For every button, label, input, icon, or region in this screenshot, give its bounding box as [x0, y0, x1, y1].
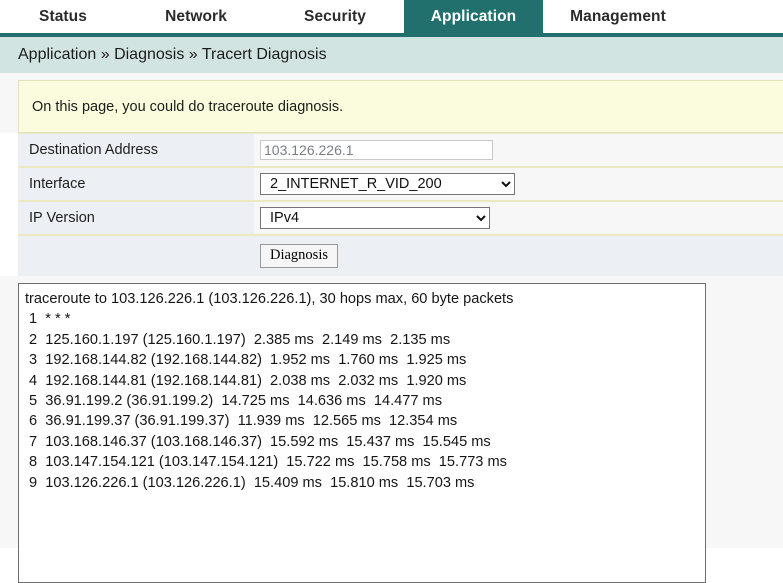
form-label-text: Interface: [29, 176, 85, 192]
traceroute-line: 3 192.168.144.82 (192.168.144.82) 1.952 …: [25, 350, 699, 370]
output-container: traceroute to 103.126.226.1 (103.126.226…: [0, 276, 783, 548]
form-value-cell: [254, 134, 783, 166]
form-row: IP Version IPv4IPv6: [18, 202, 783, 236]
tab-label: Network: [165, 8, 227, 26]
tab-application[interactable]: Application: [404, 0, 543, 33]
tab-label: Status: [39, 8, 87, 26]
traceroute-line: 6 36.91.199.37 (36.91.199.37) 11.939 ms …: [25, 411, 699, 431]
traceroute-line: 7 103.168.146.37 (103.168.146.37) 15.592…: [25, 432, 699, 452]
tab-status[interactable]: Status: [0, 0, 126, 33]
breadcrumb-text: Application » Diagnosis » Tracert Diagno…: [18, 46, 327, 64]
diagnosis-form: Destination Address Interface 2_INTERNET_R…: [18, 133, 783, 236]
form-label: IP Version: [18, 202, 254, 234]
form-label: Interface: [18, 168, 254, 200]
main-tab-bar: Status Network Security Application Manageme…: [0, 0, 783, 37]
traceroute-line: 1 * * *: [25, 309, 699, 329]
traceroute-line: 9 103.126.226.1 (103.126.226.1) 15.409 m…: [25, 473, 699, 493]
info-notice-text: On this page, you could do traceroute di…: [32, 99, 343, 115]
traceroute-output-text: traceroute to 103.126.226.1 (103.126.226…: [25, 289, 699, 493]
diagnosis-button[interactable]: Diagnosis: [260, 244, 338, 268]
form-row: Interface 2_INTERNET_R_VID_200: [18, 168, 783, 202]
traceroute-output-box[interactable]: traceroute to 103.126.226.1 (103.126.226…: [18, 283, 706, 583]
traceroute-line: 4 192.168.144.81 (192.168.144.81) 2.038 …: [25, 371, 699, 391]
traceroute-line: 8 103.147.154.121 (103.147.154.121) 15.7…: [25, 452, 699, 472]
form-value-cell: 2_INTERNET_R_VID_200: [254, 168, 783, 200]
form-label: Destination Address: [18, 134, 254, 166]
interface-select[interactable]: 2_INTERNET_R_VID_200: [260, 173, 515, 195]
form-value-cell: IPv4IPv6: [254, 202, 783, 234]
traceroute-line: 2 125.160.1.197 (125.160.1.197) 2.385 ms…: [25, 330, 699, 350]
destination-address-input[interactable]: [260, 140, 493, 160]
tab-management[interactable]: Management: [543, 0, 693, 33]
breadcrumb: Application » Diagnosis » Tracert Diagno…: [0, 37, 783, 73]
form-button-row: Diagnosis: [18, 236, 783, 276]
traceroute-line: 5 36.91.199.2 (36.91.199.2) 14.725 ms 14…: [25, 391, 699, 411]
form-label-text: IP Version: [29, 210, 95, 226]
traceroute-line: traceroute to 103.126.226.1 (103.126.226…: [25, 289, 699, 309]
tab-label: Management: [570, 8, 666, 26]
tab-label: Application: [431, 8, 517, 26]
tab-network[interactable]: Network: [126, 0, 266, 33]
tab-security[interactable]: Security: [266, 0, 404, 33]
info-notice: On this page, you could do traceroute di…: [18, 80, 783, 133]
ip-version-select[interactable]: IPv4IPv6: [260, 207, 490, 229]
notice-container: On this page, you could do traceroute di…: [0, 73, 783, 133]
tab-label: Security: [304, 8, 366, 26]
form-row: Destination Address: [18, 134, 783, 168]
form-label-text: Destination Address: [29, 142, 158, 158]
